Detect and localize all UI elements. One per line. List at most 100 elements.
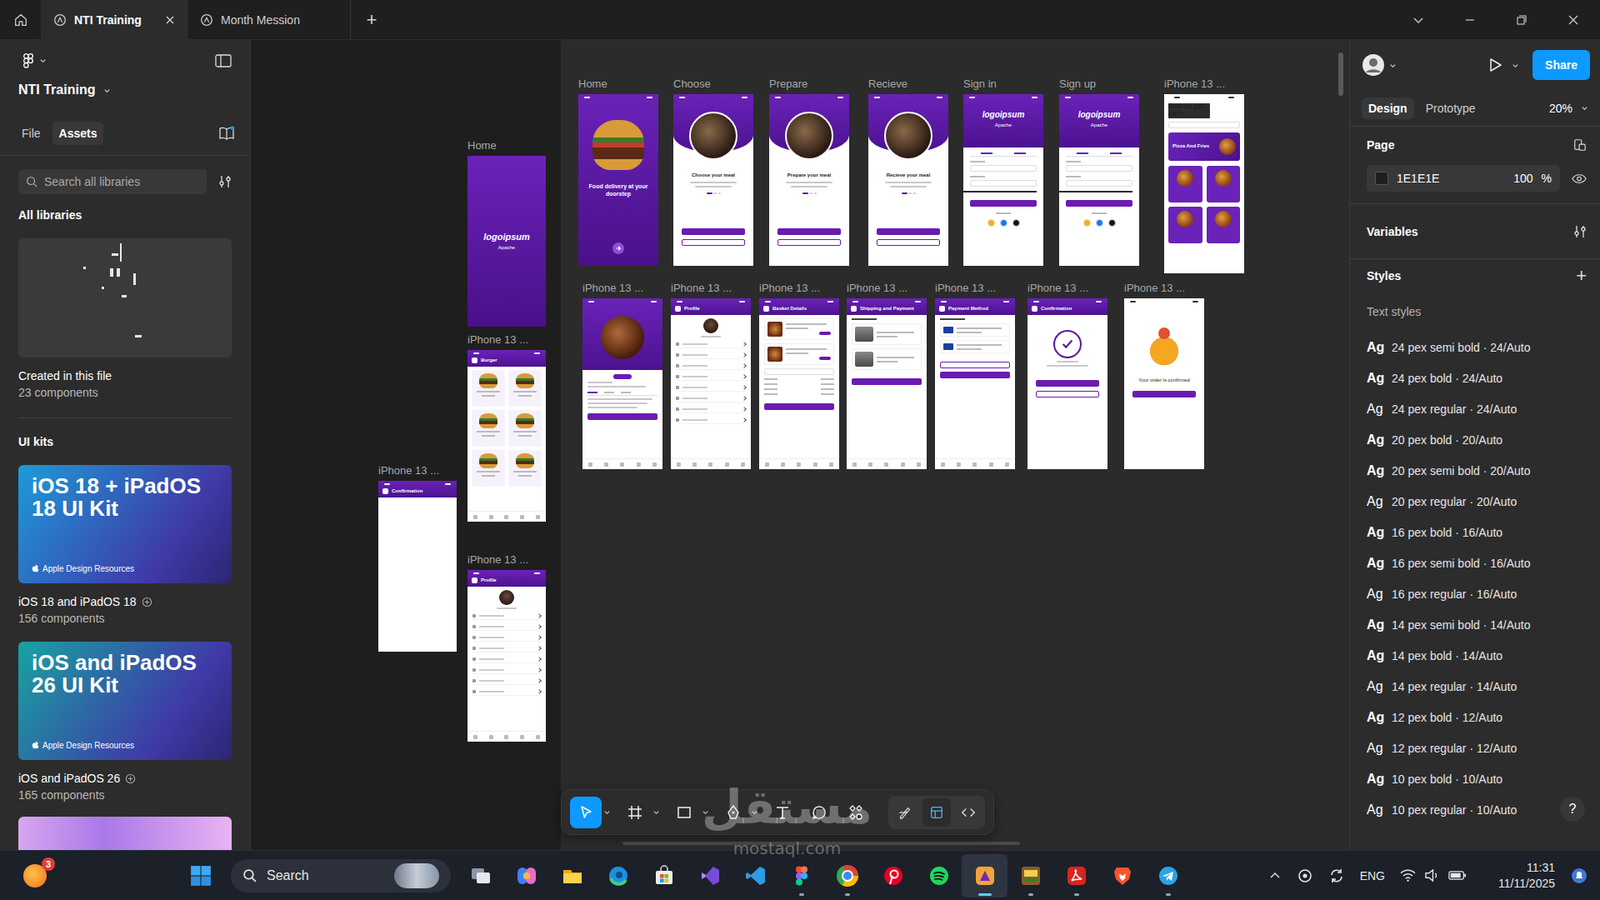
text-style[interactable]: Ag24 pex regular · 24/Auto bbox=[1366, 393, 1584, 425]
add-style-button[interactable]: + bbox=[1575, 266, 1587, 285]
text-style[interactable]: Ag20 pex regular · 20/Auto bbox=[1366, 485, 1584, 517]
taskbar-app[interactable] bbox=[1099, 854, 1145, 898]
tool-menu-chevron-icon[interactable] bbox=[652, 808, 660, 816]
frame[interactable]: Sign inlogoipsumApache bbox=[963, 77, 1044, 266]
close-icon[interactable] bbox=[165, 15, 175, 25]
taskbar-app[interactable] bbox=[640, 854, 687, 898]
chevron-down-icon[interactable] bbox=[1411, 13, 1425, 27]
panel-tab[interactable]: Prototype bbox=[1419, 97, 1483, 120]
language-indicator[interactable]: ENG bbox=[1360, 869, 1385, 883]
panel-tab[interactable]: Assets bbox=[52, 121, 105, 145]
local-library-card[interactable] bbox=[18, 238, 232, 358]
frame[interactable]: HomelogoipsumApache bbox=[467, 139, 546, 327]
taskbar-app[interactable] bbox=[915, 854, 962, 898]
play-icon[interactable] bbox=[1486, 56, 1504, 74]
chevron-up-icon[interactable] bbox=[1268, 869, 1282, 883]
chevron-down-icon[interactable] bbox=[1511, 61, 1520, 70]
clock[interactable]: 11:3111/11/2025 bbox=[1498, 860, 1555, 892]
vertical-scrollbar[interactable] bbox=[1338, 52, 1344, 96]
tool-button[interactable] bbox=[570, 796, 602, 829]
taskbar-app[interactable] bbox=[732, 854, 779, 898]
frame[interactable]: iPhone 13 ...Basket Details bbox=[759, 281, 840, 470]
home-button[interactable] bbox=[0, 0, 41, 40]
frame[interactable]: PreparePrepare your meal bbox=[769, 77, 850, 266]
ui-kit[interactable]: iOS 18 + iPadOS 18 UI KitApple Design Re… bbox=[18, 465, 232, 625]
tool-button[interactable] bbox=[803, 796, 835, 829]
frame[interactable]: iPhone 13 ...Confirmation bbox=[1027, 281, 1108, 470]
variables-heading[interactable]: Variables bbox=[1366, 225, 1419, 239]
text-style[interactable]: Ag14 pex semi bold · 14/Auto bbox=[1366, 609, 1584, 640]
taskbar-app[interactable] bbox=[778, 854, 825, 898]
ui-kit[interactable]: iOS and iPadOS 26 UI KitApple Design Res… bbox=[18, 641, 232, 802]
frame[interactable]: Sign uplogoipsumApache bbox=[1059, 77, 1140, 266]
mode-button[interactable] bbox=[922, 798, 951, 827]
close-window-icon[interactable] bbox=[1566, 13, 1580, 27]
help-button[interactable]: ? bbox=[1560, 796, 1585, 822]
taskbar-app[interactable] bbox=[870, 854, 916, 898]
frame[interactable]: ChooseChoose your meal bbox=[673, 77, 754, 266]
taskbar-app[interactable] bbox=[1053, 854, 1100, 898]
filter-icon[interactable] bbox=[218, 175, 232, 189]
quick-settings[interactable] bbox=[1400, 869, 1467, 882]
panel-tab[interactable]: Design bbox=[1361, 97, 1415, 120]
text-style[interactable]: Ag20 pex bold · 20/Auto bbox=[1366, 424, 1584, 455]
taskbar-app[interactable] bbox=[1145, 854, 1191, 898]
frame[interactable]: iPhone 13 ...what are you eat?!Pizza And… bbox=[1164, 77, 1245, 274]
tray-app-icon[interactable] bbox=[1296, 867, 1314, 885]
export-icon[interactable] bbox=[1573, 138, 1587, 152]
frame[interactable]: iPhone 13 ...Shipping and Payment bbox=[846, 281, 927, 470]
library-book-icon[interactable] bbox=[218, 125, 235, 141]
frame[interactable]: HomeFood delivery at your doorstep bbox=[578, 77, 659, 266]
tool-menu-chevron-icon[interactable] bbox=[750, 808, 759, 816]
text-style[interactable]: Ag20 pex semi bold · 20/Auto bbox=[1366, 455, 1584, 486]
minimize-icon[interactable] bbox=[1463, 13, 1477, 27]
frame[interactable]: iPhone 13 ...Profile bbox=[670, 281, 751, 470]
frame[interactable]: iPhone 13 ... bbox=[582, 281, 663, 470]
text-style[interactable]: Ag12 pex regular · 12/Auto bbox=[1366, 732, 1584, 764]
start-button[interactable] bbox=[184, 859, 218, 893]
horizontal-scrollbar[interactable] bbox=[622, 841, 1020, 845]
taskbar-app[interactable] bbox=[457, 854, 504, 898]
tool-button[interactable] bbox=[766, 796, 799, 829]
widgets-button[interactable]: 3 bbox=[20, 860, 50, 891]
color-swatch[interactable] bbox=[1375, 171, 1389, 185]
taskbar-app[interactable] bbox=[503, 854, 550, 898]
canvas[interactable]: HomeFood delivery at your doorstepChoose… bbox=[250, 40, 1350, 850]
eye-icon[interactable] bbox=[1571, 173, 1587, 185]
text-style[interactable]: Ag12 pex bold · 12/Auto bbox=[1366, 701, 1584, 733]
text-style[interactable]: Ag16 pex bold · 16/Auto bbox=[1366, 516, 1584, 548]
share-button[interactable]: Share bbox=[1532, 50, 1590, 80]
text-style[interactable]: Ag10 pex regular · 10/Auto bbox=[1366, 794, 1584, 825]
mode-button[interactable] bbox=[954, 798, 983, 827]
text-style[interactable]: Ag16 pex semi bold · 16/Auto bbox=[1366, 547, 1584, 579]
zoom-menu[interactable]: 20% bbox=[1549, 101, 1589, 115]
variables-settings-icon[interactable] bbox=[1573, 225, 1587, 239]
tool-button[interactable] bbox=[619, 796, 651, 829]
frame[interactable]: iPhone 13 ...Confirmation bbox=[378, 464, 457, 652]
tool-button[interactable] bbox=[717, 796, 750, 829]
page-color-field[interactable]: 1E1E1E100% bbox=[1366, 165, 1560, 192]
file-tab[interactable]: Month Mession bbox=[187, 0, 351, 40]
frame[interactable]: iPhone 13 ...Burger bbox=[467, 333, 546, 522]
frame[interactable]: iPhone 13 ...Payment Method bbox=[935, 281, 1015, 470]
text-style[interactable]: Ag24 pex bold · 24/Auto bbox=[1366, 362, 1584, 394]
text-style[interactable]: Ag14 pex regular · 14/Auto bbox=[1366, 670, 1584, 702]
tool-button[interactable] bbox=[668, 796, 700, 829]
maximize-icon[interactable] bbox=[1515, 13, 1529, 27]
panel-tab[interactable]: File bbox=[15, 121, 48, 145]
frame[interactable]: iPhone 13 ...Profile bbox=[467, 553, 546, 742]
sidebar-toggle-icon[interactable] bbox=[215, 54, 232, 68]
taskbar-app[interactable] bbox=[1007, 854, 1054, 898]
library-search[interactable]: Search all libraries bbox=[18, 169, 207, 195]
tool-button[interactable] bbox=[840, 796, 872, 829]
text-style[interactable]: Ag10 pex bold · 10/Auto bbox=[1366, 763, 1584, 795]
frame[interactable]: RecieveRecieve your meal bbox=[868, 77, 949, 266]
tool-menu-chevron-icon[interactable] bbox=[701, 808, 710, 816]
sync-icon[interactable] bbox=[1328, 867, 1345, 885]
main-menu-button[interactable] bbox=[18, 53, 47, 69]
taskbar-app[interactable] bbox=[686, 854, 733, 898]
taskbar-app[interactable] bbox=[961, 854, 1008, 898]
tool-menu-chevron-icon[interactable] bbox=[603, 808, 611, 816]
text-style[interactable]: Ag16 pex regular · 16/Auto bbox=[1366, 578, 1584, 610]
file-tab[interactable]: NTI Training bbox=[40, 0, 188, 40]
